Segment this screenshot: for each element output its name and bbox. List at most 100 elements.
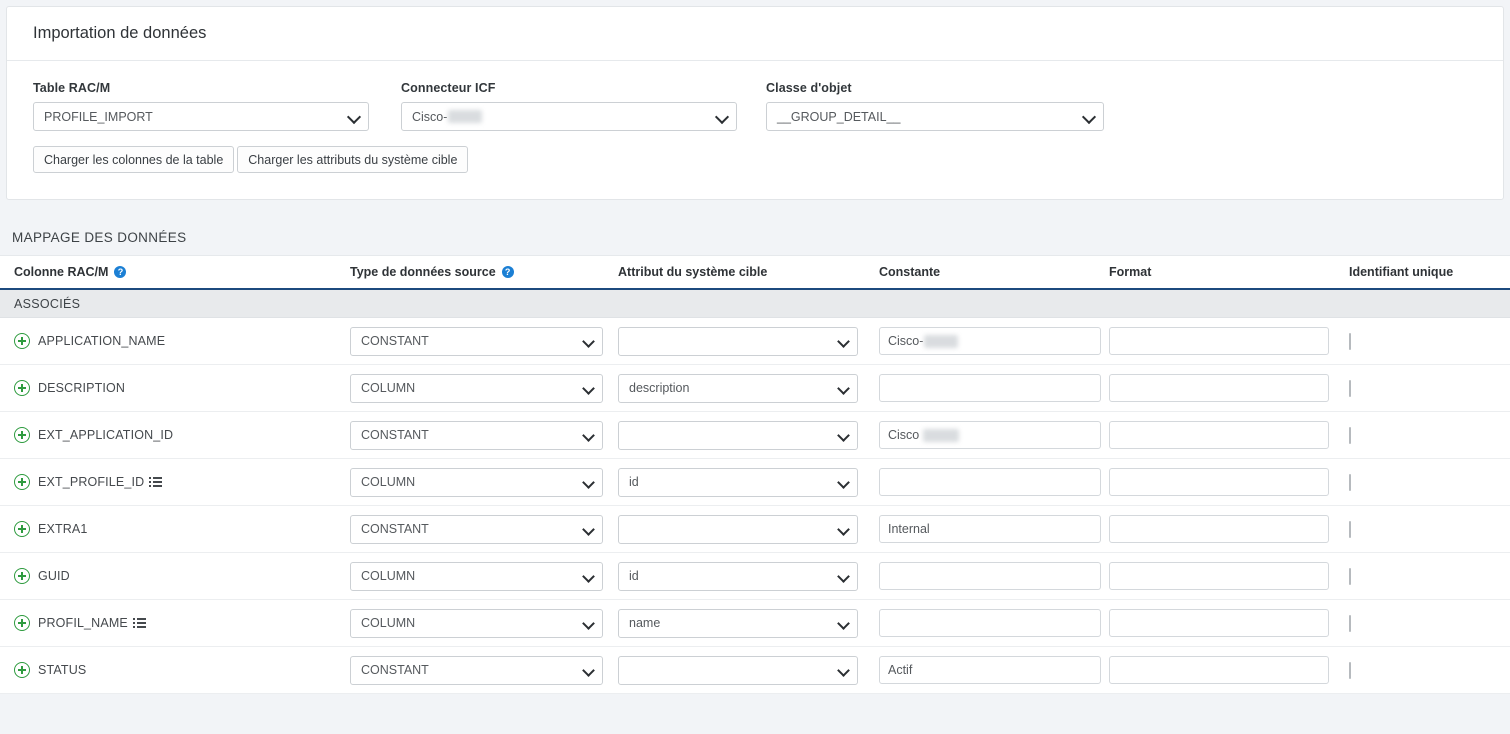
help-icon[interactable]: ? (114, 266, 127, 278)
unique-identifier-checkbox[interactable] (1349, 473, 1351, 491)
table-racm-value: PROFILE_IMPORT (44, 109, 153, 124)
chevron-down-icon (837, 663, 850, 677)
plus-circle-icon[interactable] (14, 662, 30, 678)
source-data-type-value: CONSTANT (361, 428, 429, 442)
source-data-type-select[interactable]: CONSTANT (350, 420, 603, 450)
row-unique-id-cell (1346, 567, 1506, 585)
chevron-down-icon (837, 428, 850, 442)
format-input[interactable] (1109, 562, 1329, 590)
constant-input[interactable]: Cisco- (879, 327, 1101, 355)
format-input[interactable] (1109, 468, 1329, 496)
target-attribute-select[interactable] (618, 514, 858, 544)
chevron-down-icon (837, 475, 850, 489)
source-data-type-select[interactable]: COLUMN (350, 561, 603, 591)
row-format-cell (1108, 562, 1346, 590)
unique-identifier-checkbox[interactable] (1349, 426, 1351, 444)
source-data-type-select[interactable]: COLUMN (350, 373, 603, 403)
unique-identifier-checkbox[interactable] (1349, 614, 1351, 632)
target-attribute-select[interactable] (618, 326, 858, 356)
row-source-type-cell: CONSTANT (350, 514, 618, 544)
row-unique-id-cell (1346, 473, 1506, 491)
plus-circle-icon[interactable] (14, 615, 30, 631)
redacted-block (924, 334, 959, 348)
row-constant-cell (873, 609, 1108, 637)
plus-circle-icon[interactable] (14, 380, 30, 396)
target-attribute-select[interactable]: name (618, 608, 858, 638)
constant-input[interactable]: Cisco (879, 421, 1101, 449)
source-data-type-value: COLUMN (361, 475, 416, 489)
connecteur-icf-select[interactable]: Cisco- (401, 102, 737, 131)
row-constant-cell (873, 374, 1108, 402)
constant-input[interactable]: Actif (879, 656, 1101, 684)
plus-circle-icon[interactable] (14, 333, 30, 349)
table-row: EXT_APPLICATION_ID CONSTANT Cisco (0, 412, 1510, 459)
row-source-type-cell: COLUMN (350, 608, 618, 638)
chevron-down-icon (1081, 109, 1097, 124)
load-table-columns-button[interactable]: Charger les colonnes de la table (33, 146, 235, 173)
row-name-cell: PROFIL_NAME (0, 615, 350, 631)
list-icon (132, 618, 146, 628)
row-label: EXT_PROFILE_ID (38, 475, 163, 489)
target-attribute-select[interactable] (618, 655, 858, 685)
row-target-attribute-cell: id (618, 561, 873, 591)
column-header-source-data-type: Type de données source ? (350, 265, 618, 279)
source-data-type-select[interactable]: COLUMN (350, 608, 603, 638)
column-header-label: Colonne RAC/M (14, 265, 109, 279)
classe-objet-value: __GROUP_DETAIL__ (777, 109, 901, 124)
group-band-label-cell: ASSOCIÉS (0, 296, 350, 311)
chevron-down-icon (582, 616, 595, 630)
format-input[interactable] (1109, 609, 1329, 637)
format-input[interactable] (1109, 327, 1329, 355)
column-header-label: Format (1109, 265, 1152, 279)
field-table-racm: Table RAC/M PROFILE_IMPORT (33, 81, 369, 131)
format-input[interactable] (1109, 421, 1329, 449)
plus-circle-icon[interactable] (14, 521, 30, 537)
unique-identifier-checkbox[interactable] (1349, 379, 1351, 397)
unique-identifier-checkbox[interactable] (1349, 661, 1351, 679)
table-row: GUID COLUMN id (0, 553, 1510, 600)
row-format-cell (1108, 609, 1346, 637)
target-attribute-select[interactable]: id (618, 467, 858, 497)
target-attribute-select[interactable] (618, 420, 858, 450)
constant-input[interactable] (879, 609, 1101, 637)
row-target-attribute-cell: name (618, 608, 873, 638)
unique-identifier-checkbox[interactable] (1349, 520, 1351, 538)
constant-input[interactable] (879, 468, 1101, 496)
unique-identifier-checkbox[interactable] (1349, 332, 1351, 350)
classe-objet-select[interactable]: __GROUP_DETAIL__ (766, 102, 1104, 131)
plus-circle-icon[interactable] (14, 568, 30, 584)
chevron-down-icon (837, 569, 850, 583)
source-data-type-select[interactable]: CONSTANT (350, 326, 603, 356)
help-icon[interactable]: ? (501, 266, 514, 278)
source-data-type-value: COLUMN (361, 381, 416, 395)
list-icon (149, 477, 163, 487)
load-target-attributes-button[interactable]: Charger les attributs du système cible (237, 146, 469, 173)
source-data-type-select[interactable]: CONSTANT (350, 655, 603, 685)
row-target-attribute-cell (618, 326, 873, 356)
constant-input[interactable]: Internal (879, 515, 1101, 543)
redacted-block (448, 110, 483, 123)
row-name-cell: EXT_PROFILE_ID (0, 474, 350, 490)
target-attribute-value: description (629, 381, 690, 395)
plus-circle-icon[interactable] (14, 427, 30, 443)
constant-input[interactable] (879, 562, 1101, 590)
field-classe-objet: Classe d'objet __GROUP_DETAIL__ (766, 81, 1104, 131)
target-attribute-value: id (629, 569, 639, 583)
label-connecteur-icf: Connecteur ICF (401, 81, 496, 95)
plus-circle-icon[interactable] (14, 474, 30, 490)
table-row: EXTRA1 CONSTANT Internal (0, 506, 1510, 553)
target-attribute-select[interactable]: id (618, 561, 858, 591)
unique-identifier-checkbox[interactable] (1349, 567, 1351, 585)
source-data-type-select[interactable]: COLUMN (350, 467, 603, 497)
column-header-label: Constante (879, 265, 941, 279)
format-input[interactable] (1109, 374, 1329, 402)
target-attribute-select[interactable]: description (618, 373, 858, 403)
format-input[interactable] (1109, 515, 1329, 543)
table-racm-select[interactable]: PROFILE_IMPORT (33, 102, 369, 131)
format-input[interactable] (1109, 656, 1329, 684)
row-source-type-cell: CONSTANT (350, 420, 618, 450)
row-target-attribute-cell (618, 420, 873, 450)
constant-input[interactable] (879, 374, 1101, 402)
field-row: Table RAC/M PROFILE_IMPORT Connecteur IC… (33, 81, 1477, 131)
source-data-type-select[interactable]: CONSTANT (350, 514, 603, 544)
